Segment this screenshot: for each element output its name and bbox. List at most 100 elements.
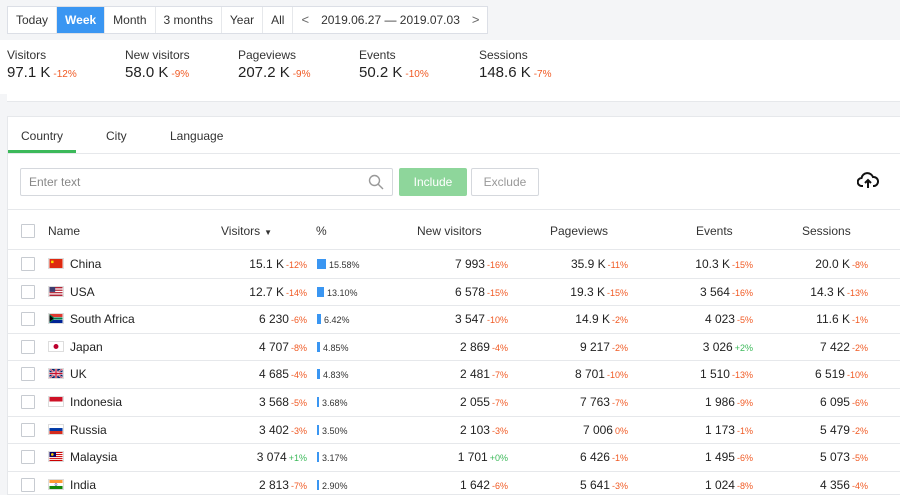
table-row[interactable]: China 15.1 K -12% 15.58% 7 993 -16% 35.9 K -11%… <box>8 251 900 278</box>
table-row[interactable]: Russia 3 402 -3% 3.50% 2 103 -3% 7 006 0% 1 173-… <box>8 417 900 444</box>
events-cell: 1 024 -8% <box>705 478 753 492</box>
share-bar <box>317 286 324 297</box>
metric-change: -12% <box>53 69 77 80</box>
col-pct-header[interactable]: % <box>316 224 327 238</box>
visitors-cell-value: 6 230 <box>258 312 289 327</box>
chart-area-edge <box>7 94 900 102</box>
country-cell[interactable]: Indonesia <box>48 395 122 409</box>
select-all-checkbox[interactable] <box>21 224 35 238</box>
range-year-button[interactable]: Year <box>222 7 264 33</box>
share-cell: 3.17% <box>317 450 348 464</box>
table-row[interactable]: South Africa 6 230 -6% 6.42% 3 547 -10% 14.9 K… <box>8 306 900 333</box>
events-cell-change: -13% <box>731 370 753 381</box>
row-checkbox[interactable] <box>21 284 35 299</box>
tab-country[interactable]: Country <box>21 129 63 143</box>
sessions-cell: 7 422 -2% <box>820 340 868 354</box>
visitors-cell-value: 3 074 <box>256 450 287 465</box>
metric-sessions[interactable]: Sessions 148.6 K -7% <box>479 48 552 81</box>
new-visitors-cell-change: -7% <box>491 370 508 381</box>
share-cell: 15.58% <box>317 257 360 271</box>
sessions-cell-value: 4 356 <box>819 477 850 492</box>
col-events-header[interactable]: Events <box>696 224 733 238</box>
events-cell: 1 495 -6% <box>705 450 753 464</box>
table-row[interactable]: India 2 813 -7% 2.90% 1 642 -6% 5 641 -3% 1 024-… <box>8 472 900 495</box>
country-name: Russia <box>70 422 107 437</box>
cloud-upload-icon[interactable] <box>857 171 879 191</box>
col-name-header[interactable]: Name <box>48 224 80 238</box>
tab-language[interactable]: Language <box>170 129 223 143</box>
country-cell[interactable]: Russia <box>48 423 107 437</box>
search-input[interactable] <box>21 169 351 195</box>
col-pageviews-header[interactable]: Pageviews <box>550 224 608 238</box>
country-cell[interactable]: Malaysia <box>48 450 117 464</box>
visitors-cell: 12.7 K -14% <box>249 285 307 299</box>
new-visitors-cell-change: -3% <box>491 425 508 436</box>
table-row[interactable]: UK 4 685 -4% 4.83% 2 481 -7% 8 701 -10% 1 510 -13… <box>8 361 900 388</box>
table-row[interactable]: Indonesia 3 568 -5% 3.68% 2 055 -7% 7 763 -7% 1 … <box>8 389 900 416</box>
chevron-left-icon[interactable]: < <box>293 7 317 33</box>
flag-icon <box>48 313 64 325</box>
new-visitors-cell: 2 103 -3% <box>460 423 508 437</box>
visitors-cell-change: -5% <box>290 398 307 408</box>
share-value: 4.83% <box>323 370 349 381</box>
new-visitors-cell-change: -6% <box>491 480 508 491</box>
new-visitors-cell-change: -16% <box>486 260 508 270</box>
sessions-cell-change: -4% <box>851 480 868 491</box>
sessions-cell-value: 20.0 K <box>815 257 850 271</box>
metrics-summary: Visitors 97.1 K -12% New visitors 58.0 K-… <box>0 40 900 97</box>
col-sessions-header[interactable]: Sessions <box>802 224 851 238</box>
sessions-cell-value: 11.6 K <box>816 312 850 327</box>
pageviews-cell-value: 9 217 <box>579 339 610 354</box>
metric-new-visitors[interactable]: New visitors 58.0 K -9% <box>125 48 190 81</box>
pageviews-cell: 35.9 K -11% <box>571 257 628 271</box>
range-month-button[interactable]: Month <box>105 7 156 33</box>
new-visitors-cell: 2 481 -7% <box>460 367 508 381</box>
visitors-cell: 4 707 -8% <box>259 340 307 354</box>
visitors-cell-change: +1% <box>288 453 307 464</box>
row-checkbox[interactable] <box>21 367 35 382</box>
table-row[interactable]: USA 12.7 K -14% 13.10% 6 578 -15% 19.3 K -15% 3 … <box>8 279 900 306</box>
tab-city[interactable]: City <box>106 129 127 143</box>
range-today-button[interactable]: Today <box>8 7 58 33</box>
visitors-cell: 6 230 -6% <box>259 312 307 326</box>
pageviews-cell: 19.3 K -15% <box>570 285 628 299</box>
col-visitors-header[interactable]: Visitors ▼ <box>221 224 272 238</box>
country-cell[interactable]: Japan <box>48 340 103 354</box>
pageviews-cell: 9 217 -2% <box>580 340 628 354</box>
row-checkbox[interactable] <box>21 339 35 354</box>
share-cell: 3.50% <box>317 423 348 437</box>
range-all-button[interactable]: All <box>263 7 294 33</box>
metric-change: -7% <box>533 69 552 80</box>
table-row[interactable]: Japan 4 707 -8% 4.85% 2 869 -4% 9 217 -2% 3 026 +… <box>8 334 900 361</box>
sessions-cell: 14.3 K -13% <box>810 285 868 299</box>
range-week-button[interactable]: Week <box>57 7 106 33</box>
country-cell[interactable]: India <box>48 478 96 492</box>
table-row[interactable]: Malaysia 3 074 +1% 3.17% 1 701 +0% 6 426 -1% 1 4… <box>8 444 900 471</box>
events-cell-value: 1 986 <box>704 395 735 409</box>
row-checkbox[interactable] <box>21 312 35 327</box>
metric-events[interactable]: Events 50.2 K -10% <box>359 48 429 81</box>
row-checkbox[interactable] <box>21 422 35 437</box>
chevron-right-icon[interactable]: > <box>464 7 488 33</box>
sessions-cell-value: 6 095 <box>819 395 850 409</box>
include-button[interactable]: Include <box>399 168 467 196</box>
share-bar <box>317 369 320 380</box>
row-checkbox[interactable] <box>21 450 35 465</box>
row-checkbox[interactable] <box>21 395 35 409</box>
country-cell[interactable]: USA <box>48 285 95 299</box>
country-cell[interactable]: UK <box>48 367 87 381</box>
row-checkbox[interactable] <box>21 257 35 271</box>
visitors-cell-change: -6% <box>290 315 307 326</box>
col-new-visitors-header[interactable]: New visitors <box>417 224 482 238</box>
metric-pageviews[interactable]: Pageviews 207.2 K -9% <box>238 48 311 81</box>
search-icon[interactable] <box>368 174 384 190</box>
sessions-cell: 6 095 -6% <box>820 395 868 409</box>
row-checkbox[interactable] <box>21 477 35 492</box>
exclude-button[interactable]: Exclude <box>471 168 539 196</box>
country-cell[interactable]: China <box>48 257 101 271</box>
country-cell[interactable]: South Africa <box>48 312 135 326</box>
events-cell: 1 986 -9% <box>705 395 753 409</box>
range-3months-button[interactable]: 3 months <box>156 7 222 33</box>
metric-visitors[interactable]: Visitors 97.1 K -12% <box>7 48 85 97</box>
divider <box>8 209 900 210</box>
